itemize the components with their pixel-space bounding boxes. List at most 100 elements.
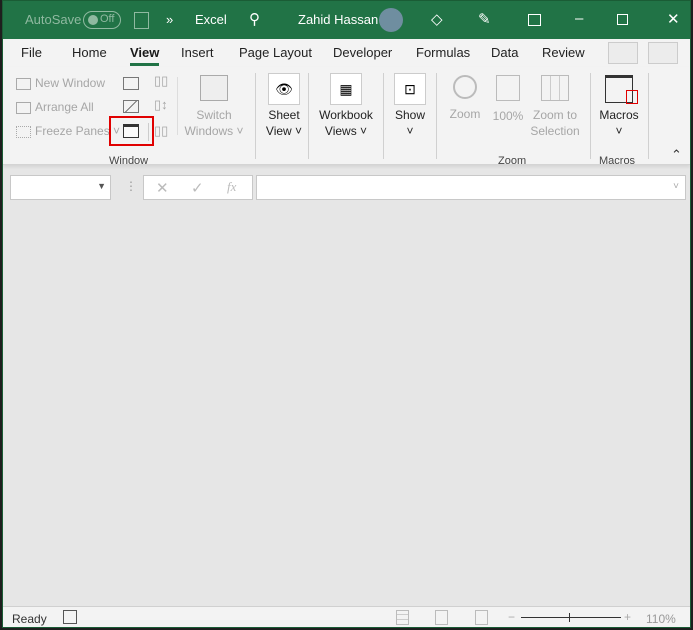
- status-ready: Ready: [12, 612, 47, 626]
- macro-scroll-icon: [626, 90, 638, 104]
- synchronous-scrolling-icon[interactable]: ▯↕: [154, 97, 168, 113]
- workbook-views-button[interactable]: Workbook Views ˅: [311, 107, 381, 139]
- expand-formula-icon[interactable]: ˅: [673, 181, 679, 192]
- status-bar: Ready − + 110%: [3, 606, 690, 627]
- split-icon[interactable]: [123, 77, 139, 90]
- insert-function-icon[interactable]: fx: [227, 179, 236, 195]
- zoom-button[interactable]: Zoom: [445, 75, 485, 121]
- pen-icon[interactable]: ✎: [478, 10, 491, 28]
- ribbon-tabs: File Home View Insert Page Layout Develo…: [3, 39, 690, 67]
- formula-input[interactable]: ˅: [256, 175, 686, 200]
- group-label-macros: Macros: [599, 155, 636, 167]
- diamond-icon[interactable]: ◇: [431, 10, 443, 28]
- separator: [590, 73, 591, 159]
- freeze-panes-label: Freeze Panes: [35, 124, 110, 138]
- divider: [177, 77, 178, 135]
- switch-windows-icon: [200, 75, 228, 101]
- autosave-label: AutoSave: [25, 12, 82, 27]
- separator: [436, 73, 437, 159]
- save-icon[interactable]: [134, 12, 149, 29]
- show-button[interactable]: Show ˅: [387, 107, 433, 139]
- view-side-by-side-icon[interactable]: ▯▯: [154, 73, 168, 89]
- title-bar: AutoSave Off » Excel ⚲ Zahid Hassan ◇ ✎ …: [3, 1, 690, 39]
- macros-label: Macros: [599, 108, 639, 122]
- show-icon[interactable]: ⊡: [394, 73, 426, 105]
- search-icon[interactable]: ⚲: [249, 10, 260, 28]
- zoom-level[interactable]: 110%: [646, 612, 676, 626]
- workbook-views-icon[interactable]: ▦: [330, 73, 362, 105]
- zoom-to-selection-button[interactable]: Zoom to Selection: [527, 75, 583, 139]
- separator: [308, 73, 309, 159]
- magnifier-icon: [453, 75, 477, 99]
- workbook-views-label-2: Views: [324, 124, 357, 138]
- separator: [255, 73, 256, 159]
- tab-data[interactable]: Data: [491, 45, 518, 60]
- separator: [648, 73, 649, 159]
- macros-button[interactable]: Macros ˅: [594, 75, 644, 139]
- accessibility-icon[interactable]: [63, 610, 77, 624]
- zoom-in-icon[interactable]: +: [624, 610, 631, 624]
- sheet-view-label: Sheet: [268, 108, 300, 122]
- new-window-button[interactable]: New Window: [16, 76, 105, 90]
- tab-review[interactable]: Review: [542, 45, 585, 60]
- tab-home[interactable]: Home: [72, 45, 107, 60]
- excel-window: AutoSave Off » Excel ⚲ Zahid Hassan ◇ ✎ …: [2, 0, 691, 628]
- formula-bar-grip[interactable]: ⋮: [125, 179, 137, 193]
- zoom-label: Zoom: [449, 107, 481, 121]
- sheet-view-label-2: View: [265, 124, 292, 138]
- zoom-to-selection-label: Zoom to: [532, 108, 577, 122]
- switch-windows-button[interactable]: Switch Windows ˅: [183, 75, 245, 139]
- maximize-icon[interactable]: [617, 14, 628, 25]
- new-window-label: New Window: [35, 76, 106, 90]
- group-label-window: Window: [109, 155, 149, 167]
- autosave-toggle[interactable]: Off: [83, 11, 121, 29]
- tab-insert[interactable]: Insert: [181, 45, 214, 60]
- freeze-panes-icon: [16, 125, 31, 138]
- app-name: Excel: [195, 12, 227, 27]
- freeze-panes-button[interactable]: Freeze Panes ˅: [16, 124, 120, 138]
- comments-button[interactable]: [608, 42, 638, 64]
- hide-icon[interactable]: [123, 100, 139, 113]
- zoom-slider-thumb[interactable]: [569, 613, 570, 622]
- zoom-out-icon[interactable]: −: [508, 610, 515, 624]
- minimize-icon[interactable]: –: [575, 10, 583, 27]
- group-label-zoom: Zoom: [498, 155, 527, 167]
- reset-window-position-icon[interactable]: ▯▯: [154, 123, 168, 139]
- collapse-ribbon-icon[interactable]: ⌃: [671, 147, 682, 163]
- separator: [383, 73, 384, 159]
- switch-windows-label: Switch: [196, 108, 232, 122]
- zoom-to-selection-icon: [541, 75, 569, 101]
- tab-developer[interactable]: Developer: [333, 45, 392, 60]
- zoom-to-selection-label-2: Selection: [530, 124, 580, 138]
- eye-icon[interactable]: 👁: [268, 73, 300, 105]
- more-commands-icon[interactable]: »: [166, 12, 173, 27]
- macros-icon: [605, 75, 638, 104]
- close-icon[interactable]: ✕: [667, 10, 680, 28]
- normal-view-icon[interactable]: [396, 610, 409, 625]
- user-name[interactable]: Zahid Hassan: [298, 12, 378, 27]
- zoom-slider[interactable]: [521, 617, 621, 618]
- page-layout-view-icon[interactable]: [435, 610, 448, 625]
- arrange-all-button[interactable]: Arrange All: [16, 100, 94, 114]
- sheet-view-button[interactable]: Sheet View ˅: [258, 107, 310, 139]
- avatar[interactable]: [379, 8, 403, 32]
- tab-file[interactable]: File: [21, 45, 42, 60]
- enter-icon[interactable]: ✓: [191, 179, 204, 197]
- zoom-100-button[interactable]: 100%: [490, 75, 526, 123]
- chevron-down-icon[interactable]: ▼: [97, 181, 106, 191]
- divider: [148, 123, 149, 141]
- ribbon: New Window Arrange All Freeze Panes ˅ ▯▯…: [3, 67, 690, 167]
- active-tab-underline: [130, 63, 159, 66]
- tab-formulas[interactable]: Formulas: [416, 45, 470, 60]
- page-break-view-icon[interactable]: [475, 610, 488, 625]
- workbook-area: [3, 206, 690, 606]
- new-window-icon: [16, 77, 31, 90]
- share-button[interactable]: [648, 42, 678, 64]
- zoom-100-label: 100%: [492, 109, 524, 123]
- name-box[interactable]: ▼: [10, 175, 111, 200]
- switch-windows-label-2: Windows: [184, 124, 234, 138]
- tab-page-layout[interactable]: Page Layout: [239, 45, 312, 60]
- cancel-icon[interactable]: ✕: [156, 179, 169, 197]
- ribbon-display-icon[interactable]: [528, 14, 541, 26]
- tab-view[interactable]: View: [130, 45, 159, 60]
